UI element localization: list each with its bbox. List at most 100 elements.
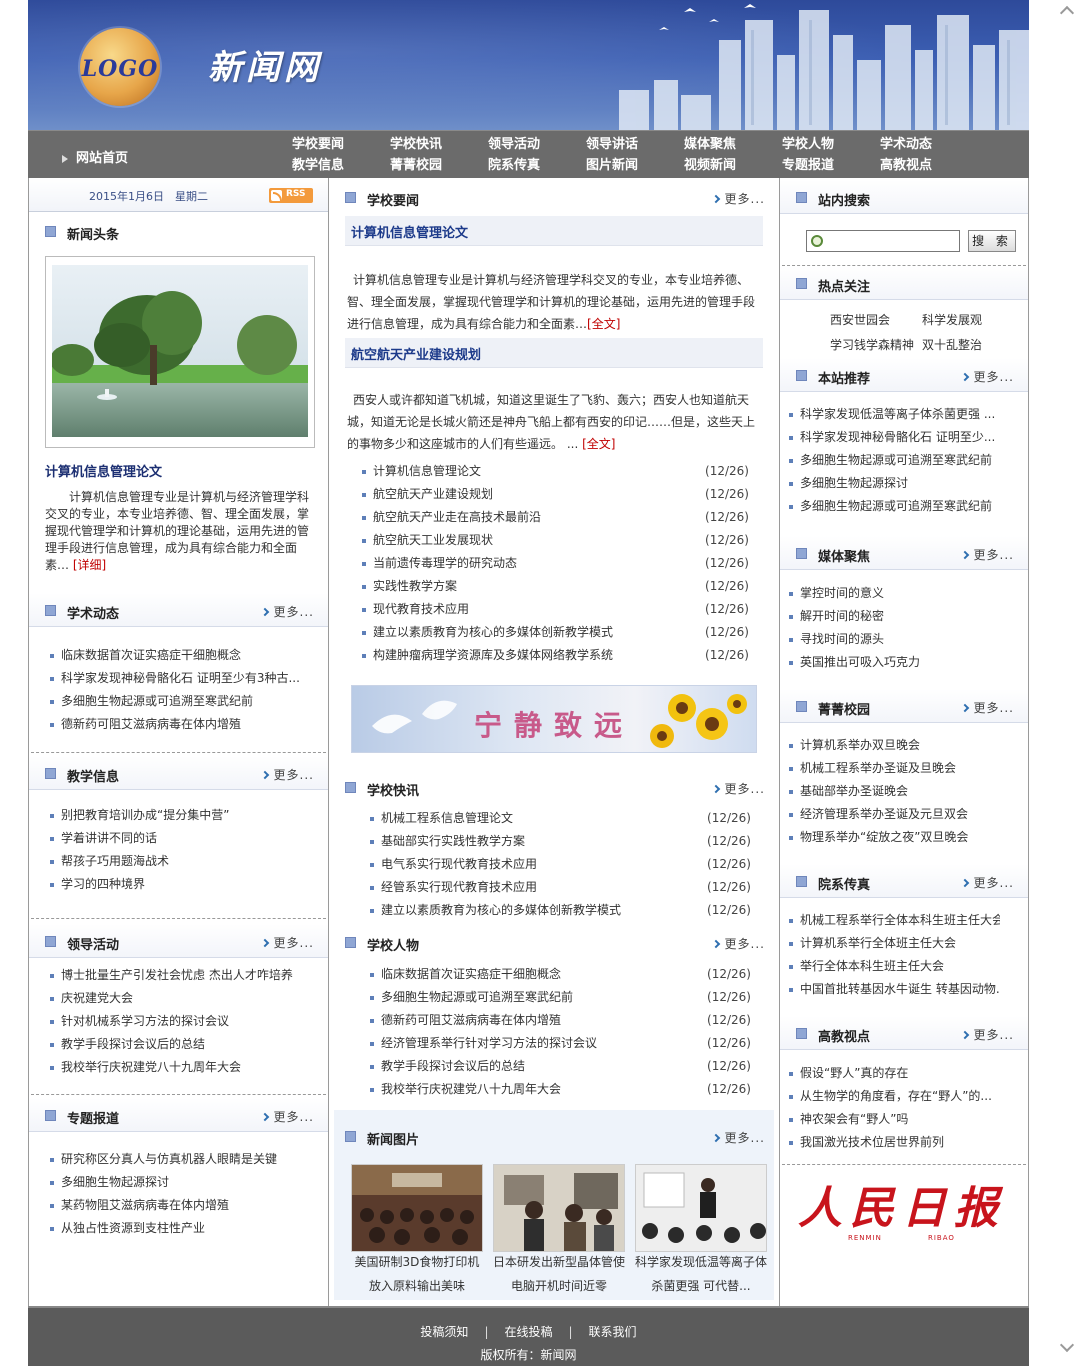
nav-item[interactable]: 领导讲话 <box>576 135 674 154</box>
news-item[interactable]: 航空航天产业建设规划 (12/26) <box>359 483 749 506</box>
nav-item[interactable]: 视频新闻 <box>674 156 772 175</box>
news-item[interactable]: 建立以素质教育为核心的多媒体创新教学模式 (12/26) <box>359 621 749 644</box>
list-item[interactable]: 学着讲讲不同的话 <box>47 827 317 850</box>
more-link[interactable]: 更多... <box>711 935 765 952</box>
news-item[interactable]: 临床数据首次证实癌症干细胞概念 (12/26) <box>367 963 751 986</box>
news-item[interactable]: 德新药可阻艾滋病病毒在体内增殖 (12/26) <box>367 1009 751 1032</box>
list-item[interactable]: 多细胞生物起源探讨 <box>47 1171 317 1194</box>
more-link[interactable]: 更多... <box>960 1026 1014 1043</box>
article-title[interactable]: 计算机信息管理论文 <box>351 222 468 241</box>
list-item[interactable]: 德新药可阻艾滋病病毒在体内增殖 <box>47 713 317 736</box>
photo-caption[interactable]: 美国研制3D食物打印机放入原料输出美味 <box>350 1250 484 1298</box>
renmin-ribao-logo[interactable]: 人民日报 RENMIN RIBAO <box>790 1168 1010 1248</box>
news-item[interactable]: 经管系实行现代教育技术应用 (12/26) <box>367 876 751 899</box>
news-item[interactable]: 计算机信息管理论文 (12/26) <box>359 460 749 483</box>
list-item[interactable]: 机械工程系举办圣诞及旦晚会 <box>786 757 1000 780</box>
list-item[interactable]: 机械工程系举行全体本科生班主任大会 <box>786 909 1000 932</box>
more-link[interactable]: 更多... <box>260 934 314 951</box>
list-item[interactable]: 从独占性资源到支柱性产业 <box>47 1217 317 1240</box>
news-item[interactable]: 构建肿瘤病理学资源库及多媒体网络教学系统 (12/26) <box>359 644 749 667</box>
more-link[interactable]: 更多... <box>960 699 1014 716</box>
news-item[interactable]: 现代教育技术应用 (12/26) <box>359 598 749 621</box>
hot-topic[interactable]: 学习钱学森精神 <box>830 336 914 353</box>
rss-button[interactable]: RSS <box>269 188 313 203</box>
nav-item[interactable]: 高教视点 <box>870 156 968 175</box>
news-item[interactable]: 教学手段探讨会议后的总结 (12/26) <box>367 1055 751 1078</box>
feature-more-link[interactable]: [详细] <box>73 558 106 572</box>
fulltext-link[interactable]: [全文] <box>587 317 620 331</box>
list-item[interactable]: 某药物阻艾滋病病毒在体内增殖 <box>47 1194 317 1217</box>
list-item[interactable]: 英国推出可吸入巧克力 <box>786 651 1000 674</box>
nav-item[interactable]: 学术动态 <box>870 135 968 154</box>
list-item[interactable]: 举行全体本科生班主任大会 <box>786 955 1000 978</box>
news-photo[interactable] <box>635 1164 767 1252</box>
news-item[interactable]: 实践性教学方案 (12/26) <box>359 575 749 598</box>
list-item[interactable]: 临床数据首次证实癌症干细胞概念 <box>47 644 317 667</box>
list-item[interactable]: 我校举行庆祝建党八十九周年大会 <box>47 1056 317 1079</box>
list-item[interactable]: 帮孩子巧用题海战术 <box>47 850 317 873</box>
list-item[interactable]: 多细胞生物起源探讨 <box>786 472 1000 495</box>
search-button[interactable]: 搜 索 <box>968 230 1016 252</box>
vertical-scrollbar[interactable] <box>1057 0 1079 1366</box>
more-link[interactable]: 更多... <box>960 368 1014 385</box>
list-item[interactable]: 学习的四种境界 <box>47 873 317 896</box>
photo-caption[interactable]: 科学家发现低温等离子体杀菌更强 可代替... <box>634 1250 768 1298</box>
footer-link[interactable]: 在线投稿 <box>504 1325 552 1339</box>
list-item[interactable]: 多细胞生物起源或可追溯至寒武纪前 <box>47 690 317 713</box>
list-item[interactable]: 针对机械系学习方法的探讨会议 <box>47 1010 317 1033</box>
nav-item[interactable]: 学校快讯 <box>380 135 478 154</box>
news-item[interactable]: 基础部实行实践性教学方案 (12/26) <box>367 830 751 853</box>
nav-home[interactable]: 网站首页 <box>62 147 128 166</box>
nav-item[interactable]: 教学信息 <box>282 156 380 175</box>
hot-topic[interactable]: 科学发展观 <box>922 311 982 328</box>
nav-item[interactable]: 院系传真 <box>478 156 576 175</box>
list-item[interactable]: 神农架会有“野人”吗 <box>786 1108 1000 1131</box>
list-item[interactable]: 博士批量生产引发社会忧虑 杰出人才咋培养 <box>47 964 317 987</box>
news-item[interactable]: 经济管理系举行针对学习方法的探讨会议 (12/26) <box>367 1032 751 1055</box>
headline-photo[interactable] <box>45 256 315 448</box>
news-item[interactable]: 当前遗传毒理学的研究动态 (12/26) <box>359 552 749 575</box>
fulltext-link[interactable]: [全文] <box>582 437 615 451</box>
feature-title[interactable]: 计算机信息管理论文 <box>45 461 162 480</box>
list-item[interactable]: 多细胞生物起源或可追溯至寒武纪前 <box>786 449 1000 472</box>
more-link[interactable]: 更多... <box>260 766 314 783</box>
footer-link[interactable]: 投稿须知 <box>420 1325 468 1339</box>
more-link[interactable]: 更多... <box>260 603 314 620</box>
more-link[interactable]: 更多... <box>711 1129 765 1146</box>
list-item[interactable]: 计算机系举行全体班主任大会 <box>786 932 1000 955</box>
nav-item[interactable]: 专题报道 <box>772 156 870 175</box>
list-item[interactable]: 物理系举办“绽放之夜”双旦晚会 <box>786 826 1000 849</box>
list-item[interactable]: 解开时间的秘密 <box>786 605 1000 628</box>
news-item[interactable]: 机械工程系信息管理论文 (12/26) <box>367 807 751 830</box>
article-title[interactable]: 航空航天产业建设规划 <box>351 344 481 363</box>
nav-item[interactable]: 图片新闻 <box>576 156 674 175</box>
nav-item[interactable]: 领导活动 <box>478 135 576 154</box>
list-item[interactable]: 我国激光技术位居世界前列 <box>786 1131 1000 1154</box>
nav-item[interactable]: 媒体聚焦 <box>674 135 772 154</box>
list-item[interactable]: 假设“野人”真的存在 <box>786 1062 1000 1085</box>
list-item[interactable]: 教学手段探讨会议后的总结 <box>47 1033 317 1056</box>
list-item[interactable]: 经济管理系举办圣诞及元旦双会 <box>786 803 1000 826</box>
search-input[interactable] <box>806 230 960 252</box>
news-item[interactable]: 航空航天产业走在高技术最前沿 (12/26) <box>359 506 749 529</box>
list-item[interactable]: 基础部举办圣诞晚会 <box>786 780 1000 803</box>
scroll-down-icon[interactable] <box>1059 1337 1075 1353</box>
list-item[interactable]: 计算机系举办双旦晚会 <box>786 734 1000 757</box>
news-item[interactable]: 建立以素质教育为核心的多媒体创新教学模式 (12/26) <box>367 899 751 922</box>
more-link[interactable]: 更多... <box>711 780 765 797</box>
news-item[interactable]: 航空航天工业发展现状 (12/26) <box>359 529 749 552</box>
news-photo[interactable] <box>351 1164 483 1252</box>
scroll-up-icon[interactable] <box>1059 5 1075 21</box>
list-item[interactable]: 寻找时间的源头 <box>786 628 1000 651</box>
list-item[interactable]: 中国首批转基因水牛诞生 转基因动物... <box>786 978 1000 1001</box>
more-link[interactable]: 更多... <box>260 1108 314 1125</box>
list-item[interactable]: 别把教育培训办成“提分集中营” <box>47 804 317 827</box>
hot-topic[interactable]: 西安世园会 <box>830 311 890 328</box>
news-photo[interactable] <box>493 1164 625 1252</box>
more-link[interactable]: 更多... <box>960 546 1014 563</box>
list-item[interactable]: 科学家发现神秘骨骼化石 证明至少... <box>786 426 1000 449</box>
logo[interactable]: LOGO <box>80 28 160 106</box>
list-item[interactable]: 掌控时间的意义 <box>786 582 1000 605</box>
list-item[interactable]: 研究称区分真人与仿真机器人眼睛是关键 <box>47 1148 317 1171</box>
list-item[interactable]: 科学家发现低温等离子体杀菌更强 ... <box>786 403 1000 426</box>
